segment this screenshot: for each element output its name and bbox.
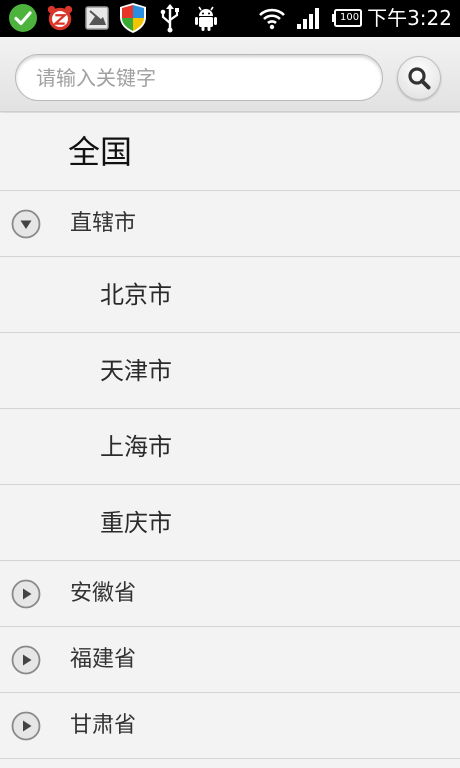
group-row-province[interactable]: 福建省 [0,627,460,693]
group-row-province[interactable]: 甘肃省 [0,693,460,759]
search-icon [408,67,431,90]
group-row-province[interactable]: 安徽省 [0,561,460,627]
usb-icon [155,3,185,33]
gallery-icon [82,3,112,33]
expand-arrow-icon [11,579,41,609]
battery-icon: 100 [330,3,364,33]
list-item-label: 安徽省 [70,581,137,606]
status-time: 下午3:22 [367,6,452,30]
list-item-label: 天津市 [100,357,172,385]
status-bar: 100 下午3:22 [0,0,460,37]
alarm-clock-icon [45,3,75,33]
list-item-label: 直辖市 [70,211,137,236]
list-item-label: 甘肃省 [70,713,137,738]
group-row-municipalities[interactable]: 直辖市 [0,191,460,257]
list-item-label: 上海市 [100,433,172,461]
signal-icon [294,3,324,33]
list-item-label: 重庆市 [100,509,172,537]
search-input[interactable] [15,54,383,101]
collapse-arrow-icon [11,209,41,239]
battery-level: 100 [340,12,360,23]
android-icon [191,3,221,33]
expand-arrow-icon [11,645,41,675]
list-item-city[interactable]: 重庆市 [0,485,460,561]
list-item-city[interactable]: 天津市 [0,333,460,409]
expand-arrow-icon [11,711,41,741]
shield-icon [118,3,148,33]
list-item-label: 全国 [68,133,133,171]
list-item-city[interactable]: 北京市 [0,257,460,333]
region-list: 全国 直辖市 北京市 天津市 上海市 重庆市 安徽省 福建省 甘肃省 [0,113,460,759]
list-item-city[interactable]: 上海市 [0,409,460,485]
search-button[interactable] [397,56,441,100]
list-item-label: 福建省 [70,647,137,672]
list-item-national[interactable]: 全国 [0,113,460,191]
search-bar [0,37,460,112]
check-icon [8,3,38,33]
list-item-label: 北京市 [100,281,172,309]
wifi-icon [257,3,287,33]
